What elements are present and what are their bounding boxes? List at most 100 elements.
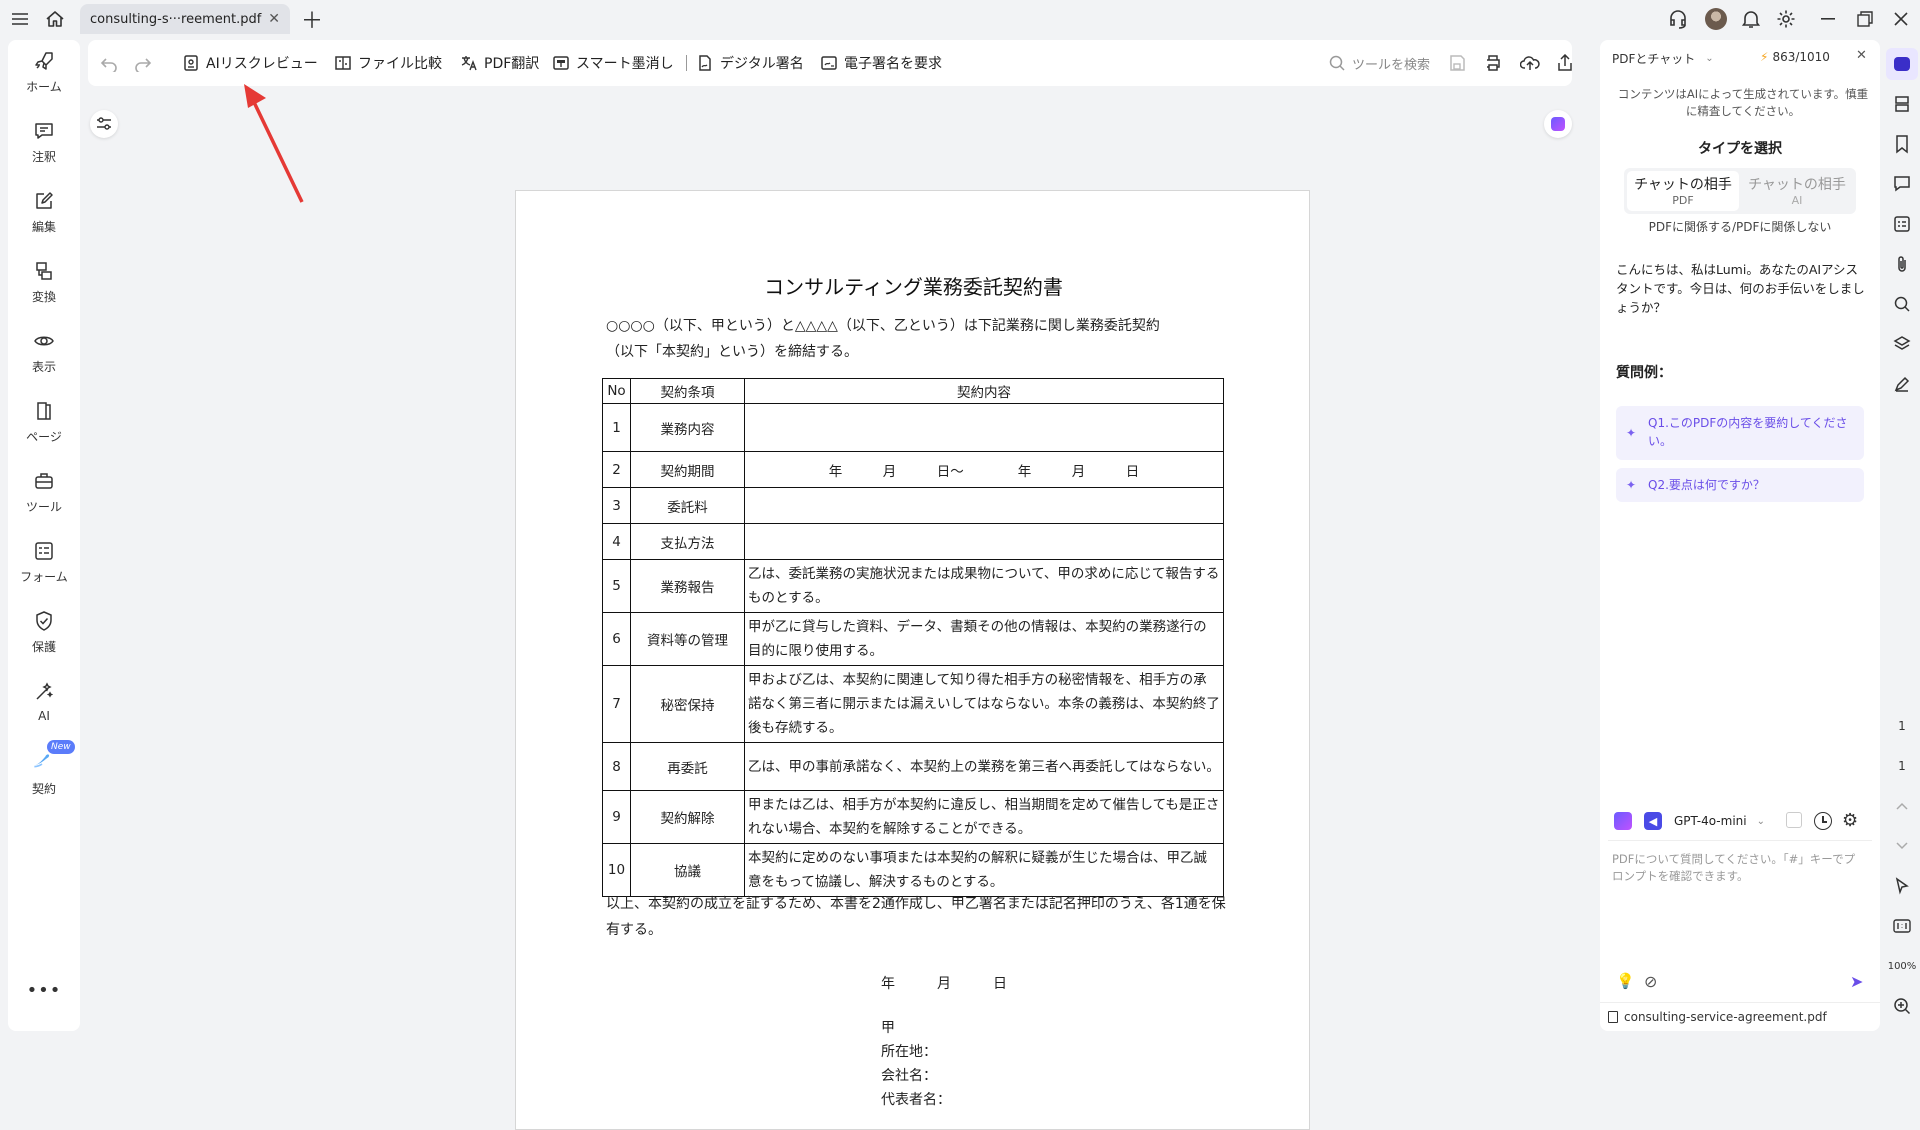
nav-home[interactable]: ホーム bbox=[8, 42, 80, 102]
save-icon[interactable] bbox=[1448, 40, 1466, 86]
nav-annotate[interactable]: 注釈 bbox=[8, 112, 80, 172]
file-compare-button[interactable]: ファイル比較 bbox=[334, 40, 442, 86]
nav-convert[interactable]: 変換 bbox=[8, 252, 80, 312]
example-question-1[interactable]: ✦ Q1.このPDFの内容を要約してください。 bbox=[1616, 406, 1864, 460]
form-icon bbox=[35, 541, 53, 560]
row-item: 支払方法 bbox=[630, 523, 745, 560]
new-tab-icon[interactable]: ＋ bbox=[300, 0, 324, 37]
chat-type-pdf-sub: PDF bbox=[1672, 194, 1694, 207]
convert-icon bbox=[36, 261, 52, 280]
menu-icon[interactable] bbox=[8, 0, 32, 37]
lumi-logo-icon[interactable] bbox=[1614, 812, 1632, 830]
headset-icon[interactable] bbox=[1665, 0, 1691, 37]
smart-redact-button[interactable]: スマート墨消し bbox=[552, 40, 674, 86]
avatar[interactable] bbox=[1703, 0, 1729, 37]
table-row: 9 契約解除 甲または乙は、相手方が本契約に違反し、相当期間を定めて催告しても是… bbox=[602, 790, 1224, 844]
bookmark-icon[interactable] bbox=[1886, 128, 1918, 160]
filter-settings-icon[interactable] bbox=[90, 110, 118, 138]
close-panel-icon[interactable]: ✕ bbox=[1856, 48, 1867, 63]
undo-icon[interactable] bbox=[100, 40, 118, 86]
nav-form[interactable]: フォーム bbox=[8, 532, 80, 592]
nav-tools[interactable]: ツール bbox=[8, 462, 80, 522]
row-content bbox=[744, 523, 1224, 560]
restore-icon[interactable] bbox=[1852, 0, 1878, 37]
layers-icon[interactable] bbox=[1886, 328, 1918, 360]
close-tab-icon[interactable]: ✕ bbox=[268, 11, 280, 27]
request-esign-button[interactable]: 電子署名を要求 bbox=[820, 40, 942, 86]
example-question-2[interactable]: ✦ Q2.要点は何ですか？ bbox=[1616, 468, 1864, 502]
row-no: 8 bbox=[602, 742, 631, 791]
zoom-in-icon[interactable] bbox=[1886, 990, 1918, 1022]
send-icon[interactable]: ➤ bbox=[1850, 972, 1863, 991]
toolbar-divider bbox=[686, 55, 687, 71]
chat-type-caption: PDFに関係する/PDFに関係しない bbox=[1648, 220, 1832, 234]
lightning-icon: ⚡ bbox=[1760, 50, 1769, 64]
next-page-icon[interactable] bbox=[1886, 830, 1918, 862]
more-icon[interactable]: ••• bbox=[8, 970, 80, 1010]
digital-sign-button[interactable]: デジタル署名 bbox=[696, 40, 804, 86]
table-row: 2 契約期間 年 月 日～ 年 月 日 bbox=[602, 451, 1224, 488]
chat-type-pdf[interactable]: チャットの相手 PDF bbox=[1627, 171, 1739, 211]
row-content bbox=[744, 487, 1224, 524]
attached-file[interactable]: consulting-service-agreement.pdf bbox=[1600, 1002, 1880, 1031]
bell-icon[interactable] bbox=[1738, 0, 1764, 37]
print-icon[interactable] bbox=[1484, 40, 1502, 86]
comment-list-icon[interactable] bbox=[1886, 168, 1918, 200]
nav-contract[interactable]: New 契約 bbox=[8, 739, 80, 802]
page-icon bbox=[37, 401, 51, 420]
ai-chat-tab-icon[interactable] bbox=[1886, 48, 1918, 80]
search-icon[interactable] bbox=[1886, 288, 1918, 320]
copy-icon[interactable] bbox=[1786, 812, 1802, 828]
form-fields-icon[interactable] bbox=[1886, 208, 1918, 240]
chat-settings-icon[interactable]: ⚙ bbox=[1842, 810, 1858, 831]
cloud-upload-icon[interactable] bbox=[1520, 40, 1540, 86]
attach-icon[interactable]: ⊘ bbox=[1644, 972, 1657, 991]
close-window-icon[interactable] bbox=[1888, 0, 1914, 37]
request-sign-icon bbox=[821, 56, 837, 70]
zoom-out-icon[interactable] bbox=[1886, 1030, 1918, 1038]
select-cursor-icon[interactable] bbox=[1886, 870, 1918, 902]
current-page[interactable]: 1 bbox=[1886, 710, 1918, 742]
attachment-icon[interactable] bbox=[1886, 248, 1918, 280]
lightbulb-icon[interactable]: 💡 bbox=[1616, 972, 1635, 990]
pdf-translate-button[interactable]: PDF翻訳 bbox=[460, 40, 539, 86]
row-item: 委託料 bbox=[630, 487, 745, 524]
nav-protect[interactable]: 保護 bbox=[8, 602, 80, 662]
chat-type-ai[interactable]: チャットの相手 AI bbox=[1741, 171, 1853, 211]
tool-search[interactable]: ツールを検索 bbox=[1328, 40, 1430, 86]
thumbnail-icon[interactable] bbox=[1886, 88, 1918, 120]
examples-heading: 質問例： bbox=[1616, 365, 1672, 381]
actual-size-icon[interactable] bbox=[1886, 910, 1918, 942]
nav-page[interactable]: ページ bbox=[8, 392, 80, 452]
redo-icon[interactable] bbox=[134, 40, 152, 86]
row-no: 6 bbox=[602, 612, 631, 666]
chat-type-ai-label: チャットの相手 bbox=[1748, 177, 1846, 193]
document-tab[interactable]: consulting-s···reement.pdf ✕ bbox=[80, 4, 290, 34]
signature-icon bbox=[699, 55, 711, 71]
minimize-icon[interactable] bbox=[1815, 0, 1841, 37]
chat-mode-dropdown[interactable]: PDFとチャット ⌄ bbox=[1612, 50, 1714, 67]
share-icon[interactable] bbox=[1556, 40, 1574, 86]
comment-icon bbox=[35, 122, 53, 139]
ai-assistant-float-icon[interactable] bbox=[1544, 110, 1572, 138]
gear-icon[interactable] bbox=[1773, 0, 1799, 37]
nav-view[interactable]: 表示 bbox=[8, 322, 80, 382]
credit-counter: ⚡ 863/1010 bbox=[1760, 46, 1830, 68]
home-icon[interactable] bbox=[42, 0, 68, 37]
row-item: 資料等の管理 bbox=[630, 612, 745, 666]
example-question-2-text: Q2.要点は何ですか？ bbox=[1648, 478, 1765, 492]
row-content: 甲または乙は、相手方が本契約に違反し、相当期間を定めて催告しても是正されない場合… bbox=[744, 790, 1224, 844]
history-icon[interactable] bbox=[1814, 812, 1832, 830]
chevron-down-icon: ⌄ bbox=[1756, 815, 1765, 827]
ai-wand-icon bbox=[36, 682, 54, 700]
zoom-level[interactable]: 100% bbox=[1886, 950, 1918, 982]
model-dropdown[interactable]: GPT-4o-mini ⌄ bbox=[1674, 806, 1765, 836]
prev-page-icon[interactable] bbox=[1886, 790, 1918, 822]
document-canvas[interactable]: コンサルティング業務委託契約書 ○○○○（以下、甲という）と△△△△（以下、乙と… bbox=[80, 84, 1580, 1130]
red-arrow-annotation bbox=[244, 84, 304, 203]
model-provider-icon[interactable]: ◀ bbox=[1644, 812, 1662, 830]
nav-ai[interactable]: AI bbox=[8, 672, 80, 732]
nav-edit[interactable]: 編集 bbox=[8, 182, 80, 242]
ai-risk-icon bbox=[184, 55, 198, 71]
signature-panel-icon[interactable] bbox=[1886, 368, 1918, 400]
